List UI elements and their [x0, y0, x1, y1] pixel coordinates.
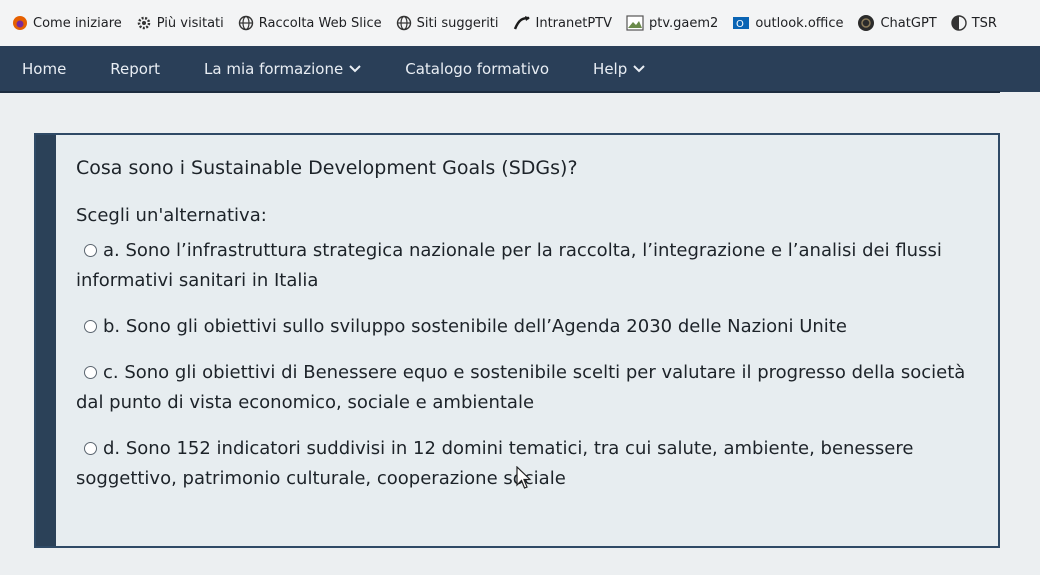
bookmark-label: Siti suggeriti: [416, 15, 499, 31]
svg-text:O: O: [736, 19, 744, 30]
answer-option-b[interactable]: b. Sono gli obiettivi sullo sviluppo sos…: [76, 312, 976, 342]
nav-report[interactable]: Report: [88, 46, 182, 92]
chatgpt-icon: [858, 15, 875, 31]
nav-la-mia-formazione[interactable]: La mia formazione: [182, 46, 383, 92]
bookmark-label: Raccolta Web Slice: [258, 15, 382, 31]
nav-help[interactable]: Help: [571, 46, 667, 92]
bookmark-raccolta-web-slice[interactable]: Raccolta Web Slice: [238, 15, 382, 31]
bookmark-ptv-gaem2[interactable]: ptv.gaem2: [626, 15, 718, 31]
globe-icon: [396, 15, 411, 31]
nav-home-label: Home: [22, 60, 67, 78]
question-card-accent: [36, 135, 56, 546]
chevron-down-icon: [633, 65, 645, 73]
answer-option-c-label: c. Sono gli obiettivi di Benessere equo …: [76, 362, 966, 413]
radio-button-b[interactable]: [84, 320, 97, 333]
bookmark-label: ptv.gaem2: [649, 15, 719, 31]
chevron-down-icon: [349, 65, 361, 73]
globe-icon: [238, 15, 253, 31]
answer-option-c[interactable]: c. Sono gli obiettivi di Benessere equo …: [76, 358, 976, 418]
nav-formazione-label: La mia formazione: [204, 60, 344, 78]
radio-button-d[interactable]: [84, 442, 97, 455]
main-navbar: Home Report La mia formazione Catalogo f…: [0, 46, 1040, 92]
answer-option-a-label: a. Sono l’infrastruttura strategica nazi…: [76, 240, 942, 291]
image-icon: [626, 15, 644, 31]
question-text: Cosa sono i Sustainable Development Goal…: [76, 157, 578, 179]
answer-option-d-label: d. Sono 152 indicatori suddivisi in 12 d…: [76, 438, 914, 489]
radio-button-a[interactable]: [84, 244, 97, 257]
question-content: Cosa sono i Sustainable Development Goal…: [76, 157, 976, 510]
nav-report-label: Report: [110, 60, 161, 78]
nav-catalogo-label: Catalogo formativo: [405, 60, 550, 78]
nav-home[interactable]: Home: [0, 46, 88, 92]
intranet-icon: [513, 16, 530, 30]
mouse-cursor-icon: [516, 466, 532, 489]
bookmark-label: Come iniziare: [33, 15, 122, 31]
bookmark-label: ChatGPT: [880, 15, 937, 31]
nav-catalogo-formativo[interactable]: Catalogo formativo: [383, 46, 571, 92]
gear-icon: [137, 16, 150, 30]
bookmark-siti-suggeriti[interactable]: Siti suggeriti: [396, 15, 499, 31]
bookmark-come-iniziare[interactable]: Come iniziare: [12, 15, 122, 31]
answer-option-b-label: b. Sono gli obiettivi sullo sviluppo sos…: [103, 316, 847, 337]
bookmarks-bar: Come iniziare Più visitati Raccolta Web …: [0, 0, 1040, 46]
tsr-icon: [951, 15, 967, 31]
bookmark-intranetptv[interactable]: IntranetPTV: [513, 15, 613, 31]
radio-button-c[interactable]: [84, 366, 97, 379]
navbar-divider: [0, 91, 1000, 93]
bookmark-outlook-office[interactable]: O outlook.office: [732, 15, 843, 31]
answer-prompt: Scegli un'alternativa:: [76, 205, 267, 226]
bookmark-piu-visitati[interactable]: Più visitati: [136, 15, 224, 31]
bookmark-tsr[interactable]: TSR: [951, 15, 997, 31]
nav-help-label: Help: [593, 60, 628, 78]
outlook-icon: O: [733, 17, 750, 30]
bookmark-label: TSR: [971, 15, 997, 31]
answer-option-a[interactable]: a. Sono l’infrastruttura strategica nazi…: [76, 236, 976, 296]
bookmark-label: outlook.office: [755, 15, 844, 31]
bookmark-label: IntranetPTV: [535, 15, 613, 31]
firefox-icon: [13, 16, 27, 30]
bookmark-label: Più visitati: [156, 15, 224, 31]
bookmark-chatgpt[interactable]: ChatGPT: [857, 14, 937, 32]
